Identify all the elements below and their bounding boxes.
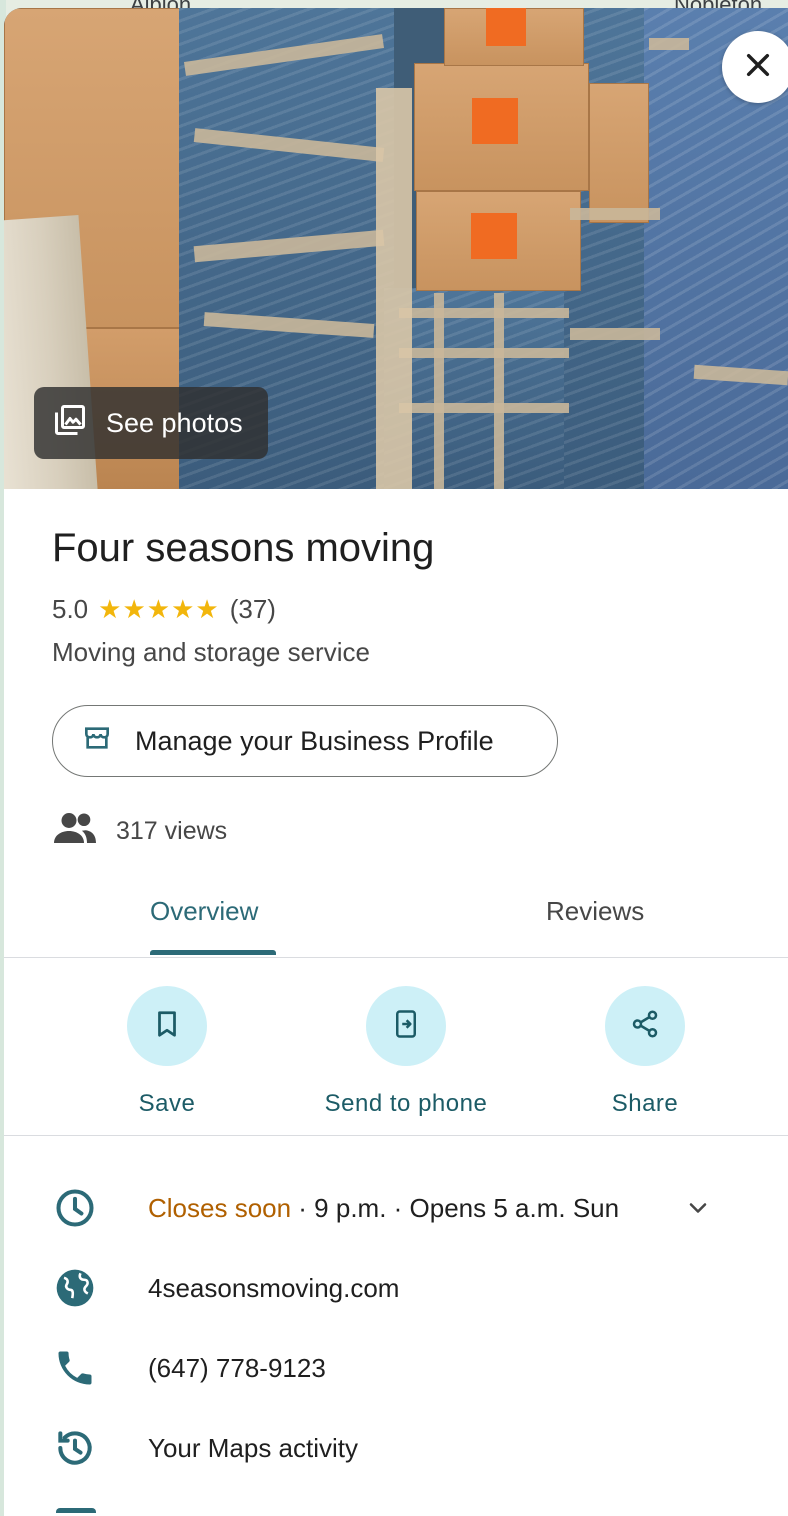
bookmark-icon: [152, 1009, 182, 1044]
rating-row[interactable]: 5.0 ★★★★★ (37): [52, 594, 276, 625]
send-to-phone-circle[interactable]: [366, 986, 446, 1066]
photo-tape: [570, 208, 660, 220]
history-icon: [52, 1425, 98, 1471]
phone-icon: [52, 1345, 98, 1391]
people-icon: [52, 810, 98, 853]
place-panel: See photos Four seasons moving 5.0 ★★★★★…: [4, 8, 788, 1516]
manage-business-profile-button[interactable]: Manage your Business Profile: [52, 705, 558, 777]
photo-tape: [399, 308, 569, 318]
hours-detail: · 9 p.m. · Opens 5 a.m. Sun: [291, 1192, 620, 1223]
place-title: Four seasons moving: [52, 526, 435, 570]
review-count[interactable]: (37): [230, 594, 276, 625]
photo-tape: [399, 403, 569, 413]
save-label: Save: [138, 1090, 196, 1117]
see-photos-button[interactable]: See photos: [34, 387, 268, 459]
send-to-phone-label: Send to phone: [324, 1090, 488, 1117]
hero-photo[interactable]: See photos: [4, 8, 788, 489]
photo-box-logo-3: [486, 8, 526, 46]
phone-text[interactable]: (647) 778-9123: [148, 1353, 326, 1384]
tab-active-indicator: [150, 950, 276, 955]
action-bar: Save Send to phone Share: [4, 958, 788, 1136]
clock-icon: [52, 1185, 98, 1231]
photo-tape: [376, 88, 412, 489]
share-button-circle[interactable]: [605, 986, 685, 1066]
photo-box-right: [589, 83, 649, 223]
chevron-down-icon[interactable]: [684, 1194, 712, 1222]
see-photos-label: See photos: [106, 407, 243, 438]
photo-box-logo-2: [471, 213, 517, 259]
place-category[interactable]: Moving and storage service: [52, 637, 370, 668]
hours-status: Closes soon: [148, 1192, 292, 1223]
share-icon: [630, 1009, 660, 1044]
photo-library-icon: [52, 402, 88, 445]
photo-box-logo-1: [472, 98, 518, 144]
phone-row[interactable]: (647) 778-9123: [4, 1333, 788, 1403]
views-count: 317 views: [116, 817, 228, 845]
photo-tape: [494, 293, 504, 489]
views-row: 317 views: [52, 810, 227, 853]
save-button[interactable]: Save: [67, 986, 267, 1118]
photo-tape: [434, 293, 444, 489]
website-text[interactable]: 4seasonsmoving.com: [148, 1273, 399, 1304]
send-to-phone-button[interactable]: Send to phone: [306, 986, 506, 1118]
rating-value: 5.0: [52, 594, 89, 624]
globe-icon: [52, 1265, 98, 1311]
rating-stars: ★★★★★: [98, 594, 220, 624]
partial-next-row-icon: [56, 1508, 96, 1516]
storefront-icon: [81, 722, 113, 761]
photo-tape: [649, 38, 689, 50]
tab-overview[interactable]: Overview: [150, 896, 258, 927]
maps-activity-row[interactable]: Your Maps activity: [4, 1413, 788, 1483]
close-icon: [742, 49, 774, 86]
send-to-phone-icon: [391, 1009, 421, 1044]
maps-activity-text[interactable]: Your Maps activity: [148, 1433, 358, 1464]
manage-business-profile-label: Manage your Business Profile: [135, 725, 494, 756]
tab-bar: Overview Reviews: [4, 878, 788, 958]
hours-row[interactable]: Closes soon · 9 p.m. · Opens 5 a.m. Sun: [4, 1173, 788, 1243]
share-button[interactable]: Share: [545, 986, 745, 1118]
tab-reviews[interactable]: Reviews: [546, 896, 644, 927]
save-button-circle[interactable]: [127, 986, 207, 1066]
website-row[interactable]: 4seasonsmoving.com: [4, 1253, 788, 1323]
photo-tape: [399, 348, 569, 358]
share-label: Share: [611, 1090, 679, 1117]
photo-tape: [570, 328, 660, 340]
close-button[interactable]: [722, 31, 788, 103]
hours-text: Closes soon · 9 p.m. · Opens 5 a.m. Sun: [148, 1193, 619, 1224]
